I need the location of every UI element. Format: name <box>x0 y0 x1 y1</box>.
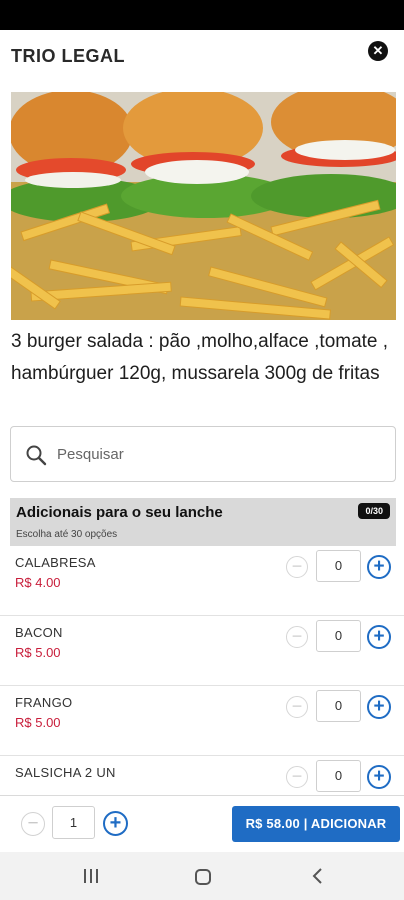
increment-button[interactable]: + <box>103 811 128 836</box>
modal-content[interactable]: 3 burger salada : pão ,molho,alface ,tom… <box>0 88 404 795</box>
addons-count-badge: 0/30 <box>358 503 390 519</box>
back-icon[interactable] <box>311 867 323 885</box>
addons-subtitle: Escolha até 30 opções <box>16 529 118 540</box>
android-nav-bar <box>0 852 404 900</box>
addon-name: FRANGO <box>15 695 73 710</box>
add-to-cart-button[interactable]: R$ 58.00 | ADICIONAR <box>232 806 400 842</box>
page-title: TRIO LEGAL <box>11 46 125 66</box>
decrement-button[interactable]: − <box>21 812 45 836</box>
addon-item: FRANGO R$ 5.00 − 0 + <box>0 686 404 756</box>
quantity-field[interactable]: 0 <box>316 620 361 652</box>
quantity-field[interactable]: 0 <box>316 550 361 582</box>
home-icon[interactable] <box>195 869 211 885</box>
addon-name: BACON <box>15 625 63 640</box>
quantity-field[interactable]: 0 <box>316 690 361 722</box>
order-quantity-field[interactable]: 1 <box>52 806 95 839</box>
close-icon[interactable]: ✕ <box>368 41 388 61</box>
increment-button[interactable]: + <box>367 555 391 579</box>
search-icon <box>26 445 47 466</box>
product-image <box>11 92 396 320</box>
recent-apps-icon[interactable] <box>82 868 100 884</box>
addon-price: R$ 5.00 <box>15 715 61 730</box>
quantity-field[interactable]: 0 <box>316 760 361 792</box>
addons-title: Adicionais para o seu lanche <box>16 504 223 521</box>
status-bar <box>0 0 404 30</box>
order-footer: − 1 + R$ 58.00 | ADICIONAR <box>0 795 404 852</box>
increment-button[interactable]: + <box>367 625 391 649</box>
increment-button[interactable]: + <box>367 765 391 789</box>
modal-header: TRIO LEGAL ✕ <box>0 30 404 88</box>
decrement-button[interactable]: − <box>286 766 308 788</box>
addon-price: R$ 4.00 <box>15 575 61 590</box>
increment-button[interactable]: + <box>367 695 391 719</box>
decrement-button[interactable]: − <box>286 556 308 578</box>
addon-price: R$ 5.00 <box>15 645 61 660</box>
addons-group-header: Adicionais para o seu lanche Escolha até… <box>10 498 396 546</box>
decrement-button[interactable]: − <box>286 626 308 648</box>
search-input[interactable] <box>57 439 377 469</box>
search-box[interactable] <box>10 426 396 482</box>
addon-item: SALSICHA 2 UN − 0 + <box>0 756 404 795</box>
addon-name: CALABRESA <box>15 555 96 570</box>
product-description: 3 burger salada : pão ,molho,alface ,tom… <box>11 331 389 384</box>
addon-name: SALSICHA 2 UN <box>15 765 116 780</box>
addon-item: CALABRESA R$ 4.00 − 0 + <box>0 546 404 616</box>
addon-item: BACON R$ 5.00 − 0 + <box>0 616 404 686</box>
decrement-button[interactable]: − <box>286 696 308 718</box>
